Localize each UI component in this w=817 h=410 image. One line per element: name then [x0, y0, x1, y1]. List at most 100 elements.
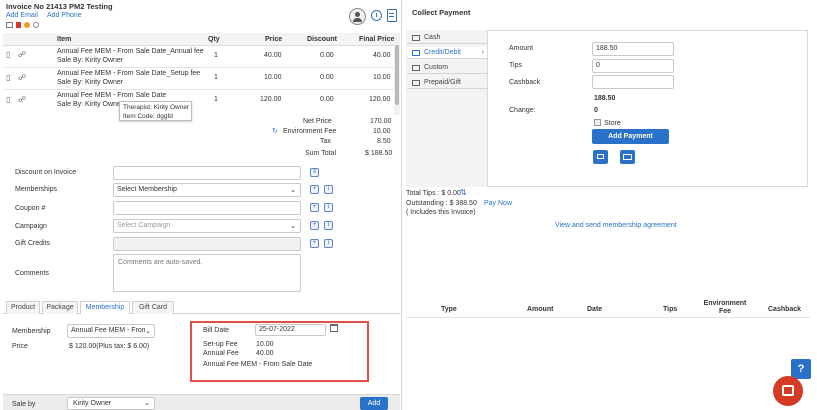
payment-method-prepaid-gift[interactable]: Prepaid/Gift [407, 77, 487, 89]
add-button[interactable]: Add [360, 397, 388, 410]
chat-icon[interactable] [773, 376, 803, 406]
tooltip-item-code: Item Code: dggfd [123, 113, 173, 120]
items-scrollbar[interactable] [394, 33, 400, 115]
memberships-label: Memberships [15, 186, 58, 193]
coupon-info-icon[interactable]: i [324, 203, 333, 212]
tips-split-icon[interactable]: ⇅ [460, 188, 467, 197]
chevron-down-icon: ⌄ [144, 400, 150, 407]
sum-total-label: Sum Total [305, 150, 336, 157]
tips-input[interactable]: 0 [592, 59, 674, 73]
users-icon[interactable]: ☍ [18, 50, 26, 59]
tax-label: Tax [320, 138, 331, 145]
row-qty: 1 [214, 96, 218, 103]
tab-gift-card[interactable]: Gift Card [132, 301, 174, 314]
amount-value: 188.50 [596, 45, 618, 52]
col-amount: Amount [527, 306, 554, 313]
row-divider [3, 89, 396, 90]
store-checkbox[interactable] [594, 119, 601, 126]
star-icon[interactable] [24, 22, 30, 28]
annual-fee-label: Annual Fee [203, 350, 239, 357]
comments-placeholder: Comments are auto-saved. [118, 259, 203, 266]
col-qty: Qty [208, 36, 220, 43]
amount-input[interactable]: 188.50 [592, 42, 674, 56]
campaign-info-icon[interactable]: i [324, 221, 333, 230]
trash-icon[interactable]: ▯ [6, 73, 10, 82]
calendar-icon[interactable] [330, 324, 338, 332]
membership-add-icon[interactable]: + [310, 185, 319, 194]
col-date: Date [587, 306, 603, 313]
row-price: 10.00 [264, 74, 282, 81]
env-fee-label: Environment Fee [283, 128, 337, 135]
col-type: Type [441, 306, 457, 313]
payment-method-cash[interactable]: Cash [407, 32, 487, 44]
flag-icon[interactable] [16, 22, 21, 28]
coupon-apply-icon[interactable]: + [310, 203, 319, 212]
membership-plan-select[interactable]: Annual Fee MEM - From ⌄ [67, 324, 155, 338]
discount-apply-icon[interactable]: ≡ [310, 168, 319, 177]
custom-icon [412, 65, 420, 71]
row-final-price: 10.00 [373, 74, 391, 81]
edit-fee-icon[interactable]: ↻ [272, 127, 278, 135]
discount-input[interactable] [113, 166, 301, 180]
trash-icon[interactable]: ▯ [6, 95, 10, 104]
pay-now-link[interactable]: Pay Now [484, 200, 512, 207]
view-agreement-link[interactable]: View and send membership agreement [555, 222, 677, 229]
payment-method-label: Custom [424, 64, 449, 71]
sale-by-label: Sale by [12, 401, 36, 408]
gift-credits-apply-icon[interactable]: + [310, 239, 319, 248]
email-icon[interactable] [620, 150, 635, 164]
total-tips: Total Tips : $ 0.00 [406, 190, 461, 197]
bill-date-label: Bill Date [203, 327, 230, 334]
trash-icon[interactable]: ▯ [6, 50, 10, 59]
sale-by-select[interactable]: Kirity Owner ⌄ [67, 397, 155, 410]
help-icon[interactable]: ? [791, 359, 811, 379]
row-qty: 1 [214, 74, 218, 81]
amount-label: Amount [509, 45, 534, 52]
chevron-down-icon: ⌄ [290, 223, 296, 230]
col-price: Price [265, 36, 283, 43]
add-payment-button[interactable]: Add Payment [592, 129, 669, 144]
add-email-link[interactable]: Add Email [6, 12, 38, 19]
chevron-down-icon: ⌄ [145, 327, 151, 335]
panel-divider [401, 0, 402, 410]
users-icon[interactable]: ☍ [18, 73, 26, 82]
tab-membership[interactable]: Membership [80, 301, 130, 314]
col-environment-fee: Environment Fee [703, 300, 747, 315]
gift-credits-input[interactable] [113, 237, 301, 251]
price-value: $ 120.00(Plus tax: $ 6.00) [69, 343, 150, 350]
history-icon[interactable] [371, 10, 382, 21]
row-final-price: 120.00 [369, 96, 391, 103]
client-avatar-icon[interactable] [349, 8, 366, 25]
printer-icon[interactable] [6, 22, 13, 28]
tab-package[interactable]: Package [42, 301, 78, 314]
membership-info-icon[interactable]: i [324, 185, 333, 194]
tooltip-therapist: Therapist: Kirity Owner [123, 104, 190, 111]
row-item-name: Annual Fee MEM - From Sale Date [57, 92, 167, 99]
payment-method-credit-debit[interactable]: Credit/Debit › [407, 47, 487, 59]
row-sale-by: Sale By: Kirity Owner [57, 57, 124, 64]
tab-product[interactable]: Product [6, 301, 40, 314]
campaign-apply-icon[interactable]: + [310, 221, 319, 230]
add-phone-link[interactable]: Add Phone [47, 12, 82, 19]
info-icon[interactable] [33, 22, 39, 28]
col-tips: Tips [663, 306, 678, 313]
price-label: Price [12, 343, 28, 350]
comments-textarea[interactable]: Comments are auto-saved. [113, 254, 301, 292]
change-value: 0 [594, 107, 598, 114]
users-icon[interactable]: ☍ [18, 95, 26, 104]
campaign-select[interactable]: Select Campaign ⌄ [113, 219, 301, 233]
membership-label: Membership [12, 328, 51, 335]
coupon-input[interactable] [113, 201, 301, 215]
memberships-select[interactable]: Select Membership ⌄ [113, 183, 301, 197]
gift-credits-info-icon[interactable]: i [324, 239, 333, 248]
payment-method-label: Cash [424, 34, 441, 41]
therapist-tooltip: Therapist: Kirity Owner Item Code: dggfd [119, 101, 192, 121]
row-item-name: Annual Fee MEM - From Sale Date_Annual f… [57, 48, 204, 55]
bill-date-input[interactable]: 25-07-2022 [255, 324, 326, 336]
cashback-input[interactable] [592, 75, 674, 89]
receipt-icon[interactable] [387, 9, 397, 22]
payment-method-custom[interactable]: Custom [407, 62, 487, 74]
print-icon[interactable] [593, 150, 608, 164]
tips-value: 0 [596, 62, 600, 69]
outstanding: Outstanding : $ 388.50 [406, 200, 477, 207]
